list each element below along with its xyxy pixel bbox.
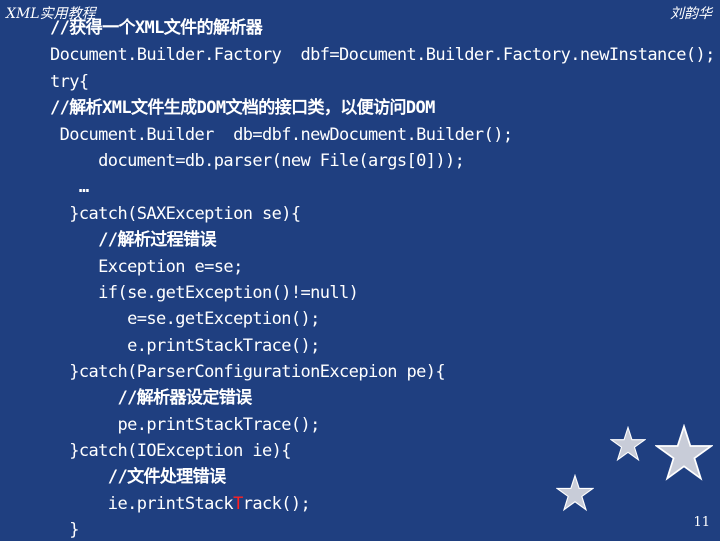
code-comment-dom-interface: //解析XML文件生成DOM文档的接口类，以便访问DOM [50, 98, 435, 118]
author-name: 刘韵华 [670, 6, 712, 22]
code-line-parse: document=db.parser(new File(args[0])); [50, 151, 465, 171]
code-text: ie.printStack [50, 494, 234, 514]
page-number: 11 [693, 515, 710, 530]
code-comment-get-parser: //获得一个XML文件的解析器 [50, 18, 263, 38]
code-line-ellipsis: … [50, 177, 89, 197]
code-line-print-ie: ie.printStackTrack(); [50, 493, 311, 515]
code-line-try: try{ [50, 72, 89, 92]
code-line-catch-sax: }catch(SAXException se){ [50, 204, 301, 224]
code-line-close-brace: } [50, 520, 79, 540]
star-icon [556, 474, 594, 512]
code-text-highlight: T [233, 494, 243, 514]
code-line-if: if(se.getException()!=null) [50, 283, 359, 303]
code-line-print-pe: pe.printStackTrace(); [50, 415, 320, 435]
code-text: rack(); [242, 494, 311, 514]
code-line-factory: Document.Builder.Factory dbf=Document.Bu… [50, 45, 715, 65]
code-line-builder: Document.Builder db=dbf.newDocument.Buil… [50, 125, 513, 145]
code-line-catch-parser-config: }catch(ParserConfigurationExcepion pe){ [50, 362, 446, 382]
star-icon [655, 424, 713, 481]
code-comment-parser-config-error: //解析器设定错误 [50, 388, 252, 408]
slide: XML实用教程 刘韵华 //获得一个XML文件的解析器 Document.Bui… [0, 0, 720, 540]
code-comment-file-error: //文件处理错误 [50, 467, 226, 487]
code-line-print-e: e.printStackTrace(); [50, 336, 320, 356]
code-line-exception-assign: Exception e=se; [50, 257, 243, 277]
code-line-get-exception: e=se.getException(); [50, 309, 320, 329]
code-comment-parse-error: //解析过程错误 [50, 230, 216, 250]
code-line-catch-io: }catch(IOException ie){ [50, 441, 291, 461]
star-icon [610, 426, 646, 462]
